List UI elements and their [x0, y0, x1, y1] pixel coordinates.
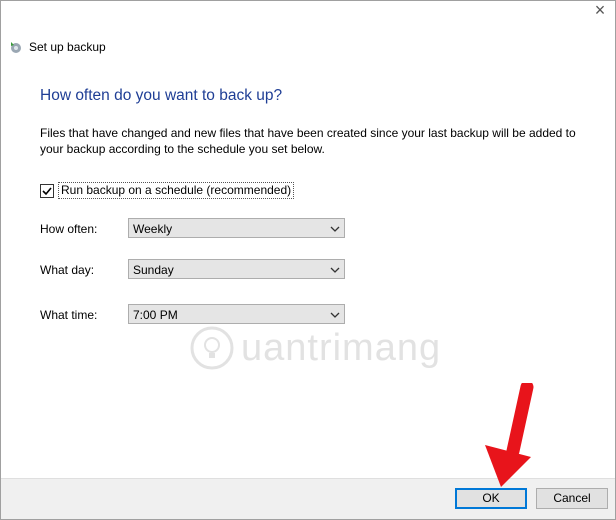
close-icon: × — [594, 0, 606, 20]
watermark-text: uantrimang — [241, 326, 442, 369]
how-often-label: How often: — [40, 222, 98, 236]
watermark: uantrimang — [189, 325, 441, 371]
what-day-select[interactable]: Sunday — [128, 259, 345, 279]
title-bar: Set up backup — [9, 38, 106, 56]
what-day-value: Sunday — [133, 263, 174, 277]
chevron-down-icon — [330, 226, 340, 232]
chevron-down-icon — [330, 267, 340, 273]
chevron-down-icon — [330, 312, 340, 318]
schedule-checkbox[interactable] — [40, 183, 54, 198]
schedule-checkbox-row[interactable]: Run backup on a schedule (recommended) — [40, 182, 295, 199]
cancel-button[interactable]: Cancel — [536, 488, 608, 509]
schedule-checkbox-label[interactable]: Run backup on a schedule (recommended) — [58, 182, 295, 199]
backup-icon — [11, 42, 21, 53]
watermark-logo-icon — [190, 326, 234, 370]
red-arrow-icon — [485, 383, 534, 487]
close-button[interactable]: × — [585, 1, 615, 21]
how-often-select[interactable]: Weekly — [128, 218, 345, 238]
setup-backup-window: × Set up backup How often do you want to… — [0, 0, 616, 520]
description-text: Files that have changed and new files th… — [40, 126, 576, 156]
what-time-label: What time: — [40, 308, 98, 322]
window-title: Set up backup — [29, 40, 106, 54]
check-icon — [42, 186, 52, 195]
what-day-label: What day: — [40, 263, 95, 277]
how-often-value: Weekly — [133, 222, 173, 236]
what-time-value: 7:00 PM — [133, 308, 178, 322]
what-time-select[interactable]: 7:00 PM — [128, 304, 345, 324]
page-heading: How often do you want to back up? — [40, 87, 283, 104]
